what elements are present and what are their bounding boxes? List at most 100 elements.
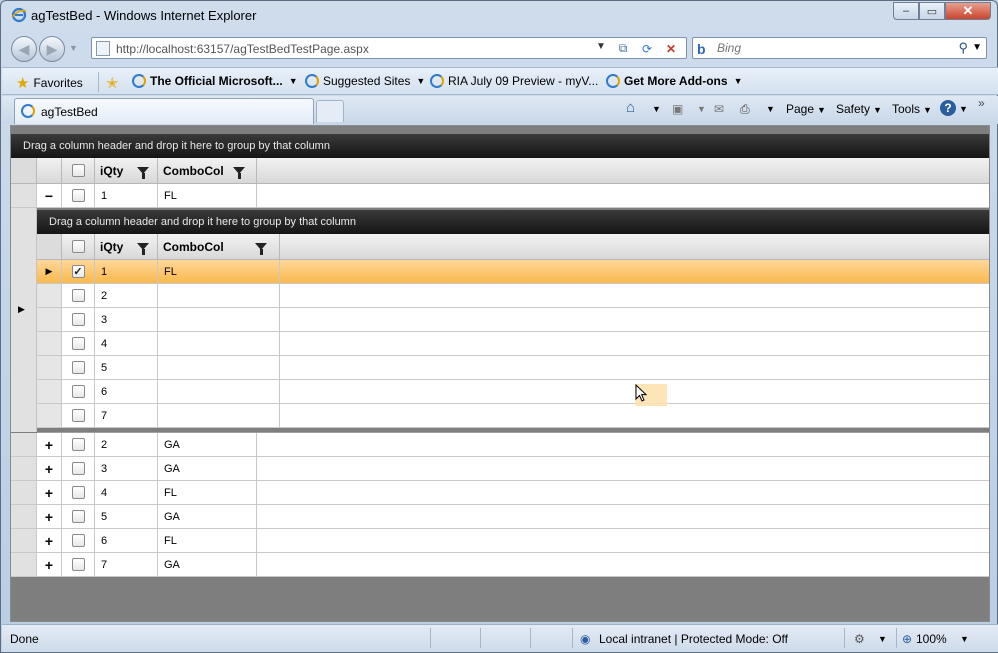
table-row[interactable]: − 1 FL: [11, 184, 989, 208]
nested-column-header-iqty[interactable]: iQty: [95, 234, 158, 259]
table-row[interactable]: +6 FL: [11, 529, 989, 553]
print-icon[interactable]: ⎙: [740, 102, 750, 117]
row-checkbox[interactable]: [71, 438, 85, 451]
nested-table-row[interactable]: 4: [37, 332, 989, 356]
row-select-cell[interactable]: [62, 404, 95, 427]
row-select-cell[interactable]: [62, 433, 95, 456]
close-button[interactable]: ✕: [945, 2, 991, 20]
expand-icon[interactable]: +: [37, 505, 62, 528]
tools-menu[interactable]: Tools ▼: [892, 102, 932, 116]
column-header-iqty[interactable]: iQty: [95, 158, 158, 183]
nested-table-row[interactable]: 6: [37, 380, 989, 404]
fav-link-ria-preview[interactable]: RIA July 09 Preview - myV...: [430, 74, 598, 88]
nested-select-all-checkbox[interactable]: [71, 240, 85, 253]
compatibility-view-icon[interactable]: ⧉: [614, 40, 632, 57]
row-checkbox[interactable]: [71, 409, 85, 422]
favorites-button[interactable]: ★ Favorites: [16, 74, 83, 92]
fav-link-microsoft[interactable]: The Official Microsoft... ▼: [132, 74, 298, 88]
row-checkbox[interactable]: [71, 534, 85, 547]
feeds-dropdown-icon[interactable]: ▼: [697, 104, 706, 114]
cell-combocol[interactable]: FL: [158, 184, 257, 207]
row-select-cell[interactable]: [62, 505, 95, 528]
address-bar[interactable]: http://localhost:63157/agTestBedTestPage…: [91, 37, 687, 59]
back-button[interactable]: ◀: [11, 36, 37, 62]
forward-button[interactable]: ▶: [39, 36, 65, 62]
cell-iqty[interactable]: 5: [95, 356, 158, 379]
row-select-cell[interactable]: [62, 529, 95, 552]
expand-icon[interactable]: +: [37, 481, 62, 504]
more-commands-icon[interactable]: »: [978, 96, 985, 110]
expand-icon[interactable]: +: [37, 553, 62, 576]
table-row[interactable]: +2 GA: [11, 433, 989, 457]
page-menu[interactable]: Page ▼: [786, 102, 826, 116]
search-box[interactable]: b ⚲ ▼: [692, 37, 987, 59]
row-select-cell[interactable]: [62, 308, 95, 331]
expand-icon[interactable]: +: [37, 529, 62, 552]
nested-table-row[interactable]: 3: [37, 308, 989, 332]
row-select-cell[interactable]: [62, 457, 95, 480]
row-checkbox[interactable]: [71, 289, 85, 302]
nested-select-all-cell[interactable]: [62, 234, 95, 259]
table-row[interactable]: +5 GA: [11, 505, 989, 529]
cell-iqty[interactable]: 7: [95, 553, 158, 576]
table-row[interactable]: +7 GA: [11, 553, 989, 577]
cell-iqty[interactable]: 1: [95, 184, 158, 207]
filter-icon[interactable]: [137, 243, 149, 255]
row-checkbox[interactable]: [71, 558, 85, 571]
filter-icon[interactable]: [137, 167, 149, 179]
row-checkbox[interactable]: [71, 189, 85, 202]
cell-iqty[interactable]: 2: [95, 433, 158, 456]
history-dropdown-icon[interactable]: ▼: [69, 43, 78, 53]
table-row[interactable]: +4 FL: [11, 481, 989, 505]
cell-combocol[interactable]: GA: [158, 505, 257, 528]
row-checkbox[interactable]: [71, 337, 85, 350]
row-select-cell[interactable]: [62, 553, 95, 576]
add-favorite-button[interactable]: ✭: [106, 74, 123, 92]
row-checkbox[interactable]: [71, 510, 85, 523]
home-dropdown-icon[interactable]: ▼: [652, 104, 661, 114]
expand-icon[interactable]: +: [37, 433, 62, 456]
cell-iqty[interactable]: 5: [95, 505, 158, 528]
filter-icon[interactable]: [255, 243, 267, 255]
address-url[interactable]: http://localhost:63157/agTestBedTestPage…: [116, 42, 369, 56]
search-input[interactable]: [717, 40, 957, 56]
cell-combocol[interactable]: [158, 284, 280, 307]
nested-table-row[interactable]: 2: [37, 284, 989, 308]
nested-table-row[interactable]: ▶ ✓ 1 FL: [37, 260, 989, 284]
column-header-combocol[interactable]: ComboCol: [158, 158, 257, 183]
protected-mode-icon[interactable]: ⚙: [854, 632, 865, 646]
print-dropdown-icon[interactable]: ▼: [766, 104, 775, 114]
table-row[interactable]: +3 GA: [11, 457, 989, 481]
minimize-button[interactable]: ‒: [893, 2, 919, 20]
cell-iqty[interactable]: 3: [95, 308, 158, 331]
chevron-down-icon[interactable]: ▼: [878, 634, 887, 644]
maximize-button[interactable]: ▭: [919, 2, 945, 20]
cell-iqty[interactable]: 4: [95, 481, 158, 504]
nested-table-row[interactable]: 7: [37, 404, 989, 428]
select-all-checkbox[interactable]: [71, 164, 85, 177]
tab-agtestbed[interactable]: agTestBed: [14, 98, 314, 124]
row-select-cell[interactable]: [62, 481, 95, 504]
cell-combocol[interactable]: GA: [158, 433, 257, 456]
row-checkbox[interactable]: ✓: [71, 265, 85, 278]
row-select-cell[interactable]: [62, 380, 95, 403]
cell-combocol[interactable]: [158, 332, 280, 355]
select-all-cell[interactable]: [62, 158, 95, 183]
row-select-cell[interactable]: [62, 332, 95, 355]
cell-combocol[interactable]: FL: [158, 481, 257, 504]
collapse-icon[interactable]: −: [37, 184, 62, 207]
security-zone[interactable]: Local intranet | Protected Mode: Off: [599, 632, 788, 646]
cell-iqty[interactable]: 6: [95, 380, 158, 403]
nested-column-header-combocol[interactable]: ComboCol: [158, 234, 280, 259]
row-checkbox[interactable]: [71, 313, 85, 326]
cell-combocol[interactable]: [158, 308, 280, 331]
filter-icon[interactable]: [233, 167, 245, 179]
expand-icon[interactable]: +: [37, 457, 62, 480]
row-checkbox[interactable]: [71, 486, 85, 499]
zoom-level[interactable]: 100%: [916, 632, 947, 646]
cell-combocol[interactable]: [158, 380, 280, 403]
search-options-icon[interactable]: ▼: [972, 42, 982, 53]
row-select-cell[interactable]: [62, 356, 95, 379]
cell-iqty[interactable]: 7: [95, 404, 158, 427]
new-tab-button[interactable]: [316, 100, 344, 122]
